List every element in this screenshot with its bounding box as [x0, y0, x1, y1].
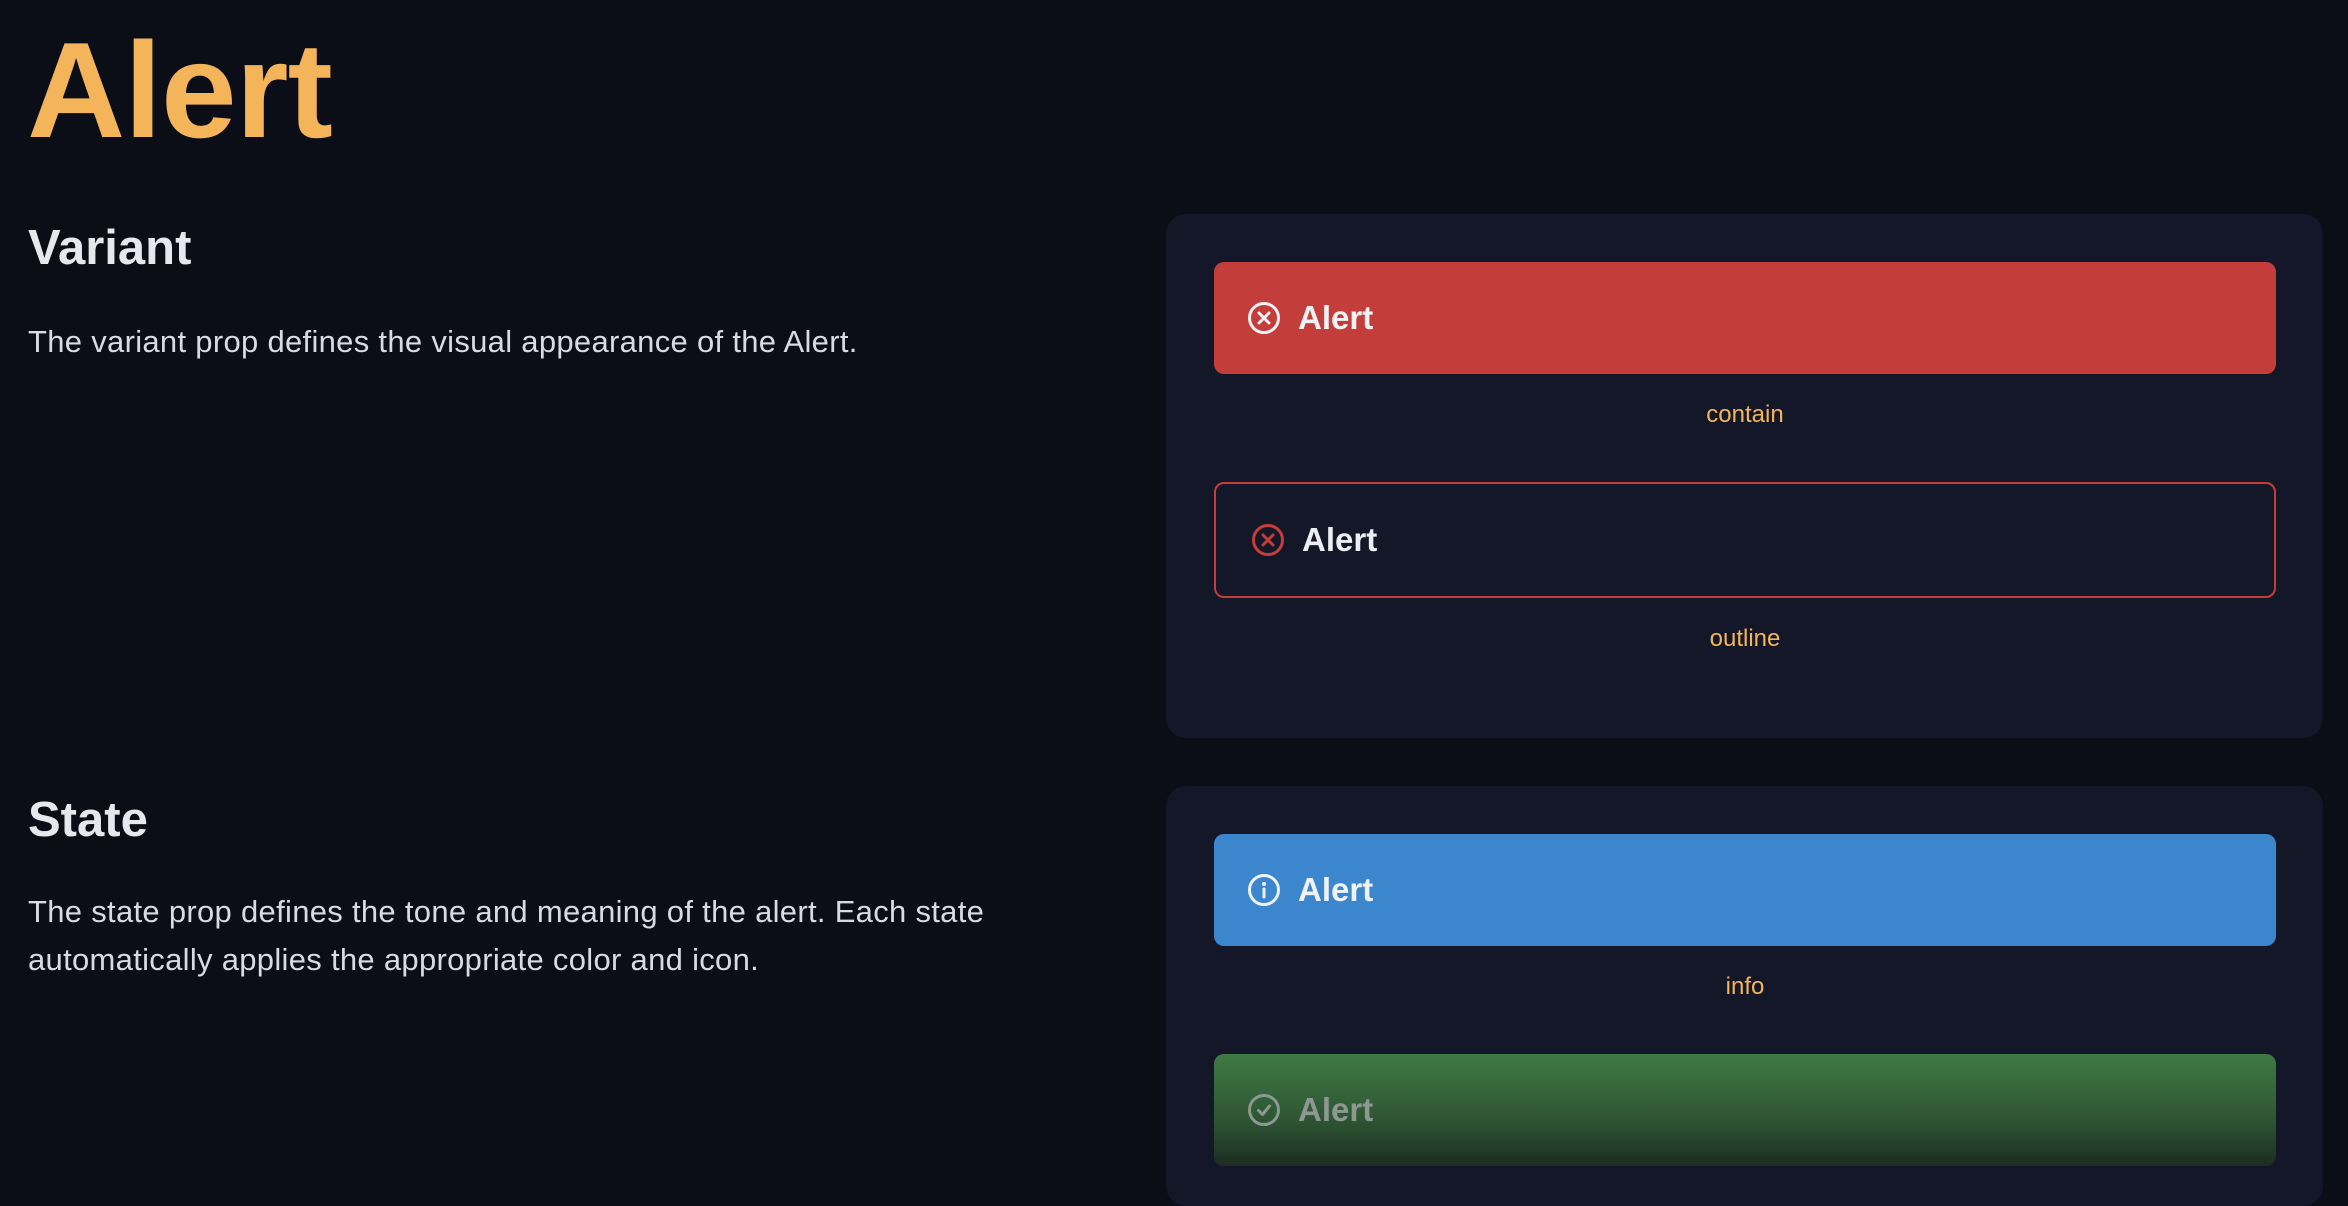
state-demo-panel: Alert info Alert: [1166, 786, 2323, 1206]
alert-success[interactable]: Alert: [1214, 1054, 2276, 1166]
state-description-line2: automatically applies the appropriate co…: [28, 942, 760, 977]
state-description: The state prop defines the tone and mean…: [28, 888, 1078, 984]
alert-outline[interactable]: Alert: [1214, 482, 2276, 598]
alert-contain[interactable]: Alert: [1214, 262, 2276, 374]
alert-title: Alert: [1302, 521, 1378, 558]
state-description-line1: The state prop defines the tone and mean…: [28, 894, 985, 929]
variant-caption-contain: contain: [1706, 401, 1784, 428]
x-circle-icon: [1246, 300, 1282, 336]
state-caption-info: info: [1725, 973, 1765, 1000]
state-heading: State: [28, 793, 148, 847]
x-circle-icon: [1250, 522, 1286, 558]
variant-heading: Variant: [28, 221, 192, 275]
alert-title: Alert: [1298, 299, 1374, 336]
variant-demo-panel: Alert contain Alert outline: [1166, 214, 2323, 738]
page-title: Alert: [27, 14, 333, 166]
alert-title: Alert: [1298, 871, 1374, 908]
check-circle-icon: [1246, 1092, 1282, 1128]
alert-info[interactable]: Alert: [1214, 834, 2276, 946]
alert-title: Alert: [1298, 1091, 1374, 1128]
variant-caption-outline: outline: [1709, 625, 1781, 652]
variant-description: The variant prop defines the visual appe…: [28, 324, 858, 359]
info-circle-icon: [1246, 872, 1282, 908]
